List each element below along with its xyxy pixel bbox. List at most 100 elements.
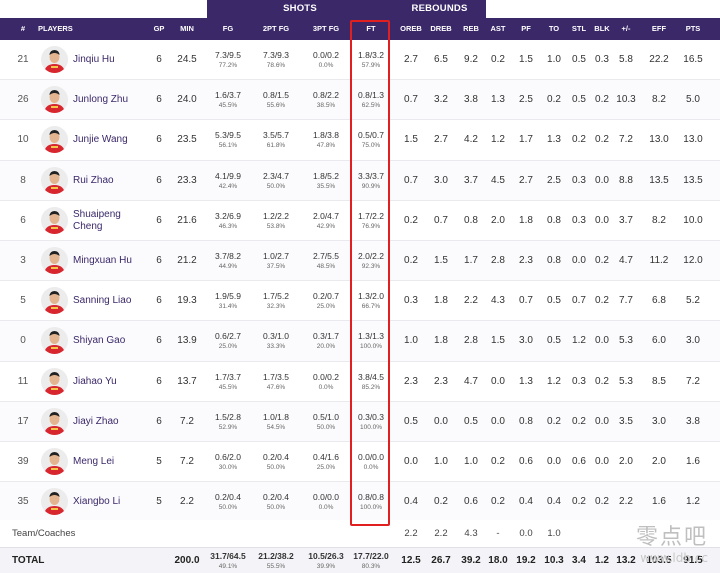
cell-oreb: 1.5	[404, 134, 418, 146]
cell-min: 24.5	[177, 54, 197, 65]
header-gp[interactable]: GP	[148, 18, 170, 40]
cell-fg2-made-att: 0.3/1.0	[263, 331, 289, 342]
header-to[interactable]: TO	[540, 18, 568, 40]
cell-fg3-pct: 38.5%	[316, 102, 336, 110]
header-pm[interactable]: +/-	[611, 18, 641, 40]
header-name[interactable]: PLAYERS	[38, 18, 148, 40]
header-fg[interactable]: FG	[208, 18, 248, 40]
cell-pm: 2.2	[619, 496, 633, 508]
avatar-image	[41, 367, 68, 395]
header-eff[interactable]: EFF	[642, 18, 676, 40]
cell-gp: 6	[156, 375, 162, 387]
cell-fg2: 0.2/0.4 50.0%	[253, 452, 299, 472]
player-name[interactable]: Jiayi Zhao	[73, 402, 153, 442]
cell-dreb: 6.5	[434, 54, 448, 65]
cell-pf: 2.7	[519, 174, 533, 186]
total-row: TOTAL 200.0 31.7/64.5 49.1% 21.2/38.2 55.5% 10…	[0, 548, 720, 573]
cell-fg3: 0.3/1.7 20.0%	[304, 331, 348, 351]
header-dreb[interactable]: DREB	[426, 18, 456, 40]
cell-gp: 6	[156, 54, 162, 65]
cell-fg3-made-att: 2.7/5.5	[313, 250, 339, 261]
total-fg-made-att: 31.7/64.5	[210, 551, 246, 561]
cell-fg3-made-att: 0.4/1.6	[313, 451, 339, 462]
player-name[interactable]: Jinqiu Hu	[73, 40, 153, 80]
cell-to: 0.4	[547, 496, 561, 508]
total-pf: 19.2	[516, 555, 536, 566]
cell-fg3-pct: 0.0%	[318, 62, 334, 69]
cell-fg3: 0.4/1.6 25.0%	[304, 452, 348, 472]
cell-fg2: 1.7/3.5 47.6%	[253, 372, 299, 392]
cell-ast: 0.2	[491, 54, 505, 65]
cell-ast: 1.3	[491, 94, 505, 106]
player-name[interactable]: Meng Lei	[73, 442, 153, 482]
cell-reb: 9.2	[464, 54, 478, 65]
player-name[interactable]: Shiyan Gao	[73, 321, 153, 361]
cell-fg2-pct: 61.8%	[266, 142, 286, 150]
total-ft: 17.7/22.0 80.3%	[352, 551, 390, 571]
cell-fg-made-att: 1.7/3.7	[215, 371, 241, 382]
header-oreb[interactable]: OREB	[396, 18, 426, 40]
player-stats-table: 21 Jinqiu Hu 6 24.5 7.3/9.5 77.2% 7.3/9.3 78.6%…	[0, 40, 720, 523]
cell-num: 11	[17, 375, 29, 387]
player-name[interactable]: Sanning Liao	[73, 281, 153, 321]
table-row: 3 Mingxuan Hu 6 21.2 3.7/8.2 44.9% 1.0/2.7 37.5…	[0, 240, 720, 282]
cell-num: 10	[17, 134, 29, 146]
header-pts[interactable]: PTS	[676, 18, 710, 40]
cell-ft-made-att: 0.5/0.7	[358, 130, 384, 141]
cell-oreb: 0.3	[404, 295, 418, 307]
header-fg2[interactable]: 2PT FG	[253, 18, 299, 40]
cell-fg3: 1.8/3.8 47.8%	[304, 130, 348, 150]
table-row: 8 Rui Zhao 6 23.3 4.1/9.9 42.4% 2.3/4.7 50.0% 1.…	[0, 160, 720, 201]
header-min[interactable]: MIN	[172, 18, 202, 40]
cell-fg-pct: 42.4%	[218, 182, 238, 190]
cell-fg: 1.5/2.8 52.9%	[208, 412, 248, 432]
cell-pm: 10.3	[616, 94, 636, 106]
player-name[interactable]: Junjie Wang	[73, 120, 153, 160]
cell-to: 0.5	[547, 295, 561, 307]
cell-fg2: 1.2/2.2 53.8%	[253, 211, 299, 231]
player-name[interactable]: Junlong Zhu	[73, 80, 153, 120]
total-fg2: 21.2/38.2 55.5%	[253, 551, 299, 571]
table-row: 10 Junjie Wang 6 23.5 5.3/9.5 56.1% 3.5/5.7 61.…	[0, 120, 720, 161]
player-name[interactable]: Mingxuan Hu	[73, 241, 153, 281]
header-fg3[interactable]: 3PT FG	[304, 18, 348, 40]
table-row: 5 Sanning Liao 6 19.3 1.9/5.9 31.4% 1.7/5.2 32.…	[0, 281, 720, 322]
player-name[interactable]: Rui Zhao	[73, 161, 153, 201]
player-name[interactable]: Jiahao Yu	[73, 362, 153, 402]
cell-fg3-made-att: 0.5/1.0	[313, 411, 339, 422]
cell-fg3-pct: 35.5%	[316, 182, 336, 190]
cell-ft: 1.7/2.2 76.9%	[352, 211, 390, 231]
header-ft[interactable]: FT	[352, 18, 390, 40]
cell-eff: 6.8	[652, 295, 666, 307]
cell-ast: 0.0	[491, 415, 505, 427]
header-ast[interactable]: AST	[484, 18, 512, 40]
header-reb[interactable]: REB	[456, 18, 486, 40]
cell-pts: 1.2	[686, 496, 700, 508]
cell-ft-made-att: 3.8/4.5	[358, 371, 384, 382]
avatar	[41, 327, 68, 355]
cell-fg2-pct: 53.8%	[266, 222, 286, 230]
header-pf[interactable]: PF	[512, 18, 540, 40]
cell-to: 1.2	[547, 375, 561, 387]
cell-oreb: 1.0	[404, 335, 418, 347]
cell-gp: 5	[156, 455, 162, 467]
cell-ft-made-att: 1.7/2.2	[358, 210, 384, 221]
cell-fg-made-att: 7.3/9.5	[215, 50, 241, 60]
cell-fg: 1.9/5.9 31.4%	[208, 291, 248, 311]
cell-fg2-made-att: 1.0/2.7	[263, 250, 289, 261]
cell-fg: 1.6/3.7 45.5%	[208, 90, 248, 110]
cell-fg2-pct: 32.3%	[266, 303, 286, 311]
cell-eff: 3.0	[652, 415, 666, 427]
cell-fg-made-att: 0.6/2.0	[215, 451, 241, 462]
cell-fg: 5.3/9.5 56.1%	[208, 130, 248, 150]
total-min: 200.0	[174, 555, 200, 566]
player-name[interactable]: Xiangbo Li	[73, 482, 153, 522]
player-name[interactable]: Shuaipeng Cheng	[73, 201, 153, 241]
cell-fg3: 0.0/0.2 0.0%	[304, 372, 348, 392]
cell-pts: 3.0	[686, 335, 700, 347]
cell-fg3-made-att: 0.0/0.2	[313, 371, 339, 382]
cell-fg3-made-att: 0.2/0.7	[313, 291, 339, 302]
cell-fg3: 0.0/0.2 0.0%	[304, 50, 348, 70]
avatar-image	[41, 206, 68, 234]
team-coaches-row: Team/Coaches 2.2 2.2 4.3 - 0.0 1.0	[0, 520, 720, 548]
